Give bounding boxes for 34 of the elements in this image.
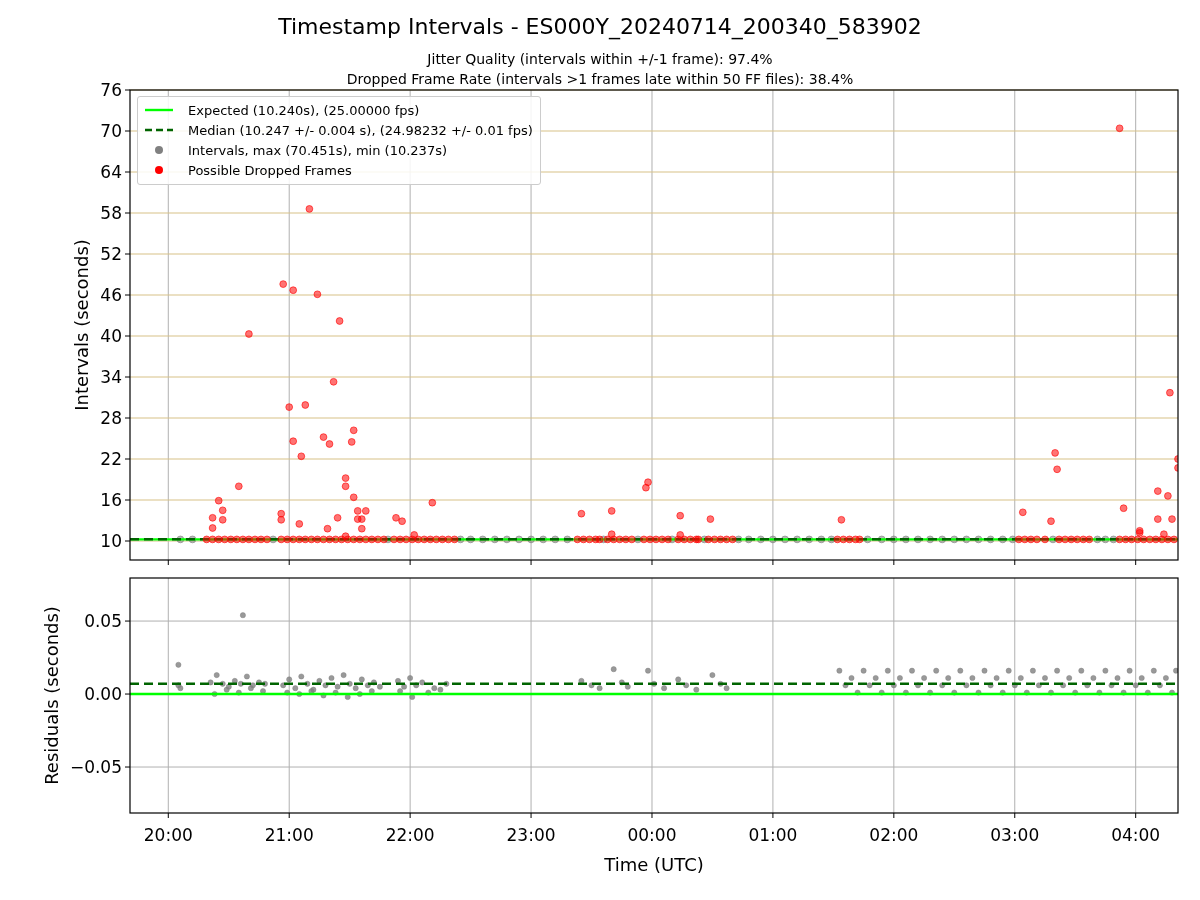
- y-tick-label: 40: [100, 326, 122, 346]
- x-axis-label: Time (UTC): [604, 854, 704, 875]
- legend-label: Expected (10.240s), (25.00000 fps): [188, 102, 420, 118]
- figure-subtitle: Dropped Frame Rate (intervals >1 frames late within 50 FF files): 38.4%: [345, 70, 855, 89]
- y-tick-label: 64: [100, 162, 122, 182]
- x-tick-label: 23:00: [506, 825, 556, 845]
- x-tick-label: 02:00: [869, 825, 919, 845]
- y-tick-label: 70: [100, 121, 122, 141]
- legend-label: Possible Dropped Frames: [188, 162, 352, 178]
- x-tick-label: 22:00: [385, 825, 435, 845]
- x-tick-label: 20:00: [143, 825, 193, 845]
- x-tick-label: 00:00: [627, 825, 677, 845]
- y-tick-label: 0.05: [84, 611, 122, 632]
- y-tick-label: 58: [100, 203, 122, 223]
- y-tick-label: 28: [100, 408, 122, 428]
- legend-label: Intervals, max (70.451s), min (10.237s): [188, 142, 447, 158]
- y-tick-label: 46: [100, 285, 122, 305]
- figure-subtitle: Jitter Quality (intervals within +/-1 frame): 97.4%: [425, 50, 774, 69]
- figure-title: Timestamp Intervals - ES000Y_20240714_200340_583902: [277, 13, 923, 41]
- x-tick-label: 03:00: [990, 825, 1040, 845]
- y-tick-label: 22: [100, 449, 122, 469]
- y-tick-label: 16: [100, 490, 122, 510]
- x-tick-label: 04:00: [1111, 825, 1161, 845]
- y-axis-label: Intervals (seconds): [71, 239, 93, 411]
- y-tick-label: 76: [100, 80, 122, 100]
- y-tick-label: 10: [100, 531, 122, 551]
- y-tick-label: 0.00: [84, 684, 122, 705]
- y-tick-label: −0.05: [69, 757, 122, 777]
- legend-label: Median (10.247 +/- 0.004 s), (24.98232 +/- 0.01 fps): [188, 122, 533, 138]
- y-tick-label: 52: [100, 244, 122, 264]
- y-axis-label: Residuals (seconds): [40, 606, 62, 785]
- y-tick-label: 34: [100, 367, 122, 387]
- x-tick-label: 21:00: [264, 825, 314, 845]
- x-tick-label: 01:00: [748, 825, 798, 845]
